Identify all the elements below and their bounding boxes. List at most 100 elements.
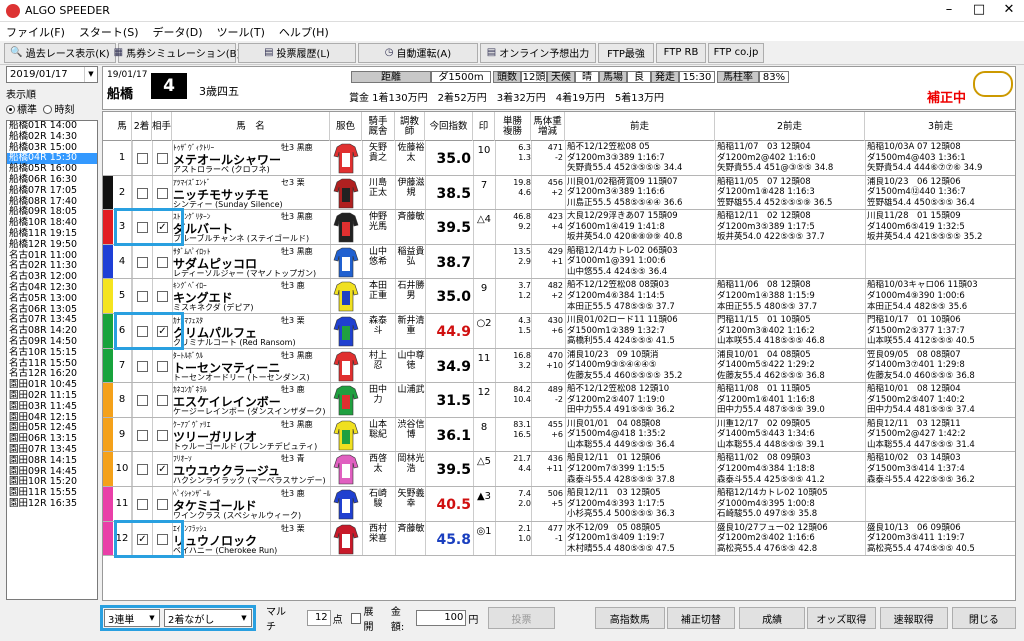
- vote-button[interactable]: 投票: [488, 607, 555, 629]
- menu-start[interactable]: スタート(S): [79, 24, 139, 40]
- prev-race-3[interactable]: 浦良10/23 06 12頭06 ダ1500m4⑫440 1:36:7 笠野雄54.…: [867, 177, 1013, 209]
- partner-checkbox[interactable]: ✓: [157, 464, 168, 476]
- prev-race-2[interactable]: 川重12/17 02 09頭05 ダ1400m5⑤443 1:34:6 山本聡55.…: [717, 419, 863, 451]
- bet-simulation-button[interactable]: ▦ 馬券シミュレーション(B): [114, 42, 240, 63]
- race-list-item[interactable]: 名古10R 15:15: [7, 347, 97, 359]
- partner-checkbox[interactable]: [157, 360, 168, 372]
- maximize-button[interactable]: □: [964, 0, 994, 22]
- radio-standard[interactable]: [6, 105, 15, 114]
- partner-checkbox[interactable]: [157, 291, 168, 303]
- close-window-button[interactable]: ✕: [994, 0, 1024, 22]
- prev-race-3[interactable]: 船稲10/03A 07 12頭08 ダ1500m4@403 1:36:1 矢野貴54…: [867, 142, 1013, 174]
- online-forecast-button[interactable]: ▤ オンライン予想出力: [480, 42, 596, 63]
- prev-race-1[interactable]: 船良12/11 03 12頭05 ダ1200m4⑤393 1:17:5 小杉亮55.…: [567, 488, 713, 520]
- prev-race-3[interactable]: 船稲10/01 08 12頭04 ダ1500m2⑤407 1:40:2 田中力54.…: [867, 384, 1013, 416]
- prev-race-3[interactable]: 船稲10/02 03 14頭03 ダ1500m3⑤414 1:37:4 森泰斗55.…: [867, 453, 1013, 485]
- race-list-item[interactable]: 名古05R 13:00: [7, 293, 97, 305]
- prev-race-1[interactable]: 船稲12/14カトレ02 06頭03 ダ1000m1@391 1:00:6 山中悠5…: [567, 246, 713, 278]
- close-button[interactable]: 閉じる: [951, 607, 1017, 629]
- prev-race-2[interactable]: 船稲11/02 08 09頭03 ダ1200m4⑤384 1:18:8 森泰斗55.…: [717, 453, 863, 485]
- results-button[interactable]: 成績: [739, 607, 806, 629]
- partner-checkbox[interactable]: [157, 187, 168, 199]
- bet-method-select[interactable]: 2着ながし ▼: [164, 609, 252, 627]
- race-list-item[interactable]: 園田12R 16:35: [7, 498, 97, 510]
- date-picker[interactable]: 2019/01/17 ▼: [6, 66, 98, 83]
- horse-row[interactable]: 4 ｻﾀﾞﾑﾊﾟｲﾛｯﾄ サダムピッコロ レディーソルジャー (マヤノトップガン) 牡3…: [103, 244, 1015, 280]
- auto-run-button[interactable]: ◷ 自動運転(A): [358, 42, 478, 63]
- horse-row[interactable]: 12 ✓ ｴｲｼﾝﾌﾗｯｼｭ リュウノロック ベイハニー (Cherokee Run) 牡…: [103, 521, 1015, 557]
- ftp-rb-button[interactable]: FTP RB: [656, 42, 706, 63]
- second-place-checkbox[interactable]: [137, 187, 148, 199]
- horse-row[interactable]: 11 ﾍﾟｲｼｬﾝｻﾞｰﾙ タケミゴールド ワインクラス (スペシャルウィーク) 牡3 …: [103, 486, 1015, 522]
- prev-race-3[interactable]: 船稲10/03キャロ06 11頭03 ダ1000m4⑨390 1:00:6 本田正5…: [867, 280, 1013, 312]
- second-place-checkbox[interactable]: [137, 395, 148, 407]
- prev-race-2[interactable]: 門稲11/15 01 10頭05 ダ1200m3⑧402 1:16:2 山本咲55.…: [717, 315, 863, 347]
- second-place-checkbox[interactable]: [137, 291, 148, 303]
- second-place-checkbox[interactable]: [137, 498, 148, 510]
- horse-row[interactable]: 8 ｶﾈｺﾝｶﾞﾈﾗﾙ エスケイレインボー ケージーレインボー (ダンスインザダーク)…: [103, 383, 1015, 418]
- amount-input[interactable]: 100: [415, 610, 467, 626]
- prev-race-1[interactable]: 川良01/01 04 08頭08 ダ1500m4@418 1:35:2 山本聡55.…: [567, 419, 713, 451]
- correction-toggle-button[interactable]: 補正切替: [666, 607, 736, 629]
- race-list-item[interactable]: 船橋07R 17:05: [7, 185, 97, 197]
- bet-type-select[interactable]: 3連単 ▼: [104, 609, 160, 627]
- race-list-item[interactable]: 船橋02R 14:30: [7, 131, 97, 143]
- prev-race-1[interactable]: 大良12/29浮きあ07 15頭09 ダ1600m1④419 1:41:8 坂井英5…: [567, 211, 713, 243]
- prev-race-1[interactable]: 浦良10/23 09 10頭消 ダ1400m9③⑤④④④⑤ 佐藤友55.4 460⑤…: [567, 350, 713, 382]
- prev-race-2[interactable]: 船稲11/05 07 12頭08 ダ1200m1⑧428 1:16:3 笠野雄55.…: [717, 177, 863, 209]
- horse-row[interactable]: 10 ✓ ﾌﾘｵｰｿ ユウユウクラージュ ハクシンライラック (マーベラスサンデー) 牡3…: [103, 452, 1015, 487]
- second-place-checkbox[interactable]: [137, 153, 148, 164]
- radio-time[interactable]: [43, 105, 53, 114]
- prev-race-1[interactable]: 川良01/02ロード11 11頭06 ダ1500m1②389 1:32:7 高橋利5…: [567, 315, 713, 347]
- second-place-checkbox[interactable]: [137, 256, 148, 268]
- menu-tools[interactable]: ツール(T): [217, 24, 265, 40]
- partner-checkbox[interactable]: [157, 256, 168, 268]
- race-list-item[interactable]: 船橋12R 19:50: [7, 239, 97, 251]
- prev-race-2[interactable]: 船稲12/14カトレ02 10頭05 ダ1000m4⑤395 1:00:8 石崎駿5…: [717, 488, 863, 520]
- partner-checkbox[interactable]: [157, 498, 168, 510]
- horse-row[interactable]: 5 ｷﾝｸﾞﾍﾞｲﾛｰ キングエド ミスキネクダ (デピア) 牡3 鹿本田正重 石井勝男 3…: [103, 279, 1015, 314]
- second-place-checkbox[interactable]: [137, 360, 148, 372]
- partner-checkbox[interactable]: [157, 153, 168, 164]
- horse-row[interactable]: 3 ✓ ｽﾄﾛﾝｸﾞﾘﾀｰﾝ ダルバート ブルーブルチャンネ (ステイゴールド) 牡3 黒…: [103, 210, 1015, 245]
- race-list[interactable]: 船橋01R 14:00 船橋02R 14:30 船橋03R 15:00 船橋04R 1…: [6, 120, 98, 600]
- horse-row[interactable]: 7 ﾀｰﾄﾙﾎﾞｳﾙ トーセンマティーニ トーセンオードリー (トーセンダンス) 牡3 …: [103, 348, 1015, 384]
- partner-checkbox[interactable]: [157, 429, 168, 441]
- past-race-button[interactable]: 🔍 過去レース表示(K): [4, 42, 116, 63]
- prev-race-3[interactable]: 船良12/11 03 12頭11 ダ1500m2@427 1:42:2 山本聡55.…: [867, 419, 1013, 451]
- prev-race-1[interactable]: 川良01/02稲荷賞09 11頭07 ダ1200m3④389 1:16:6 川島正5…: [567, 177, 713, 209]
- prev-race-2[interactable]: 盛良10/27フュー02 12頭06 ダ1200m2⑤402 1:16:6 高松亮5…: [717, 523, 863, 555]
- prev-race-1[interactable]: 船不12/12笠松08 08頭03 ダ1200m4⑥384 1:14:5 本田正55…: [567, 280, 713, 312]
- ftp-cojp-button[interactable]: FTP co.jp: [708, 42, 764, 63]
- race-list-item[interactable]: 園田08R 14:15: [7, 455, 97, 467]
- prev-race-3[interactable]: 笠良09/05 08 08頭07 ダ1400m3⑦401 1:29:8 佐藤友54.…: [867, 350, 1013, 382]
- second-place-checkbox[interactable]: [137, 429, 148, 441]
- menu-file[interactable]: ファイル(F): [6, 24, 65, 40]
- horse-row[interactable]: 9 ｸｰｱﾌﾞｳﾞｧﾘｴ ツリーガリレオ トゥルーゴールド (フレンチデピュティ) 牡3…: [103, 417, 1015, 453]
- horse-row[interactable]: 2 ｱﾂﾏｲｽﾞｴﾝﾄﾞ ニッチモサッチモ シンティー (Sunday Silence…: [103, 175, 1015, 211]
- horse-row[interactable]: 1 ﾄｩｻﾞｳﾞｨｸﾄﾘｰ メテオールシャワー アストロラーベ (クロフネ) 牡3 黒鹿…: [103, 141, 1015, 176]
- high-index-button[interactable]: 高指数馬: [594, 607, 665, 629]
- partner-checkbox[interactable]: [157, 395, 168, 407]
- vote-history-button[interactable]: ▤ 投票履歴(L): [238, 42, 356, 63]
- prev-race-1[interactable]: 船不12/12笠松08 12頭10 ダ1200m2⑤407 1:19:0 田中力55…: [567, 384, 713, 416]
- prev-race-3[interactable]: 川良11/28 01 15頭09 ダ1400m6⑤419 1:32:5 坂井英54.…: [867, 211, 1013, 243]
- prev-race-2[interactable]: 船稲12/11 02 12頭08 ダ1200m3⑤389 1:17:5 坂井英54.…: [717, 211, 863, 243]
- prev-race-2[interactable]: 船稲11/08 01 11頭05 ダ1200m1⑥401 1:16:8 田中力55.…: [717, 384, 863, 416]
- horse-row[interactable]: 6 ✓ ｶﾅｶﾏﾌｪｽﾀ クリムパルフェ クリミナルコート (Red Ransom) 牡3…: [103, 313, 1015, 349]
- prev-race-2[interactable]: 船稲11/06 08 12頭08 ダ1200m1④388 1:15:9 本田正55.…: [717, 280, 863, 312]
- prev-race-3[interactable]: 門稲10/17 01 10頭06 ダ1500m2⑤377 1:37:7 山本咲55.…: [867, 315, 1013, 347]
- prev-race-1[interactable]: 船不12/12笠松08 05 ダ1200m3③389 1:16:7 矢野貴55.4 …: [567, 142, 713, 174]
- minimize-button[interactable]: –: [934, 0, 964, 22]
- prev-race-1[interactable]: 船良12/11 01 12頭06 ダ1200m7⑤399 1:15:5 森泰斗55.…: [567, 453, 713, 485]
- prev-race-1[interactable]: 水不12/09 05 08頭05 ダ1200m1⑤409 1:19:7 木村晴55.…: [567, 523, 713, 555]
- menu-data[interactable]: データ(D): [153, 24, 203, 40]
- odds-button[interactable]: オッズ取得: [807, 607, 876, 629]
- prev-race-2[interactable]: 浦良10/01 04 08頭05 ダ1400m5⑤422 1:29:2 佐藤友55.…: [717, 350, 863, 382]
- ftp-saikyo-button[interactable]: FTP最強: [598, 42, 654, 63]
- menu-help[interactable]: ヘルプ(H): [279, 24, 329, 40]
- prev-race-3[interactable]: 盛良10/13 06 09頭06 ダ1200m3⑤411 1:19:7 高松亮55.…: [867, 523, 1013, 555]
- expand-checkbox[interactable]: [350, 612, 362, 624]
- prev-race-2[interactable]: 船稲11/07 03 12頭04 ダ1200m2@402 1:16:0 矢野貴55.…: [717, 142, 863, 174]
- flash-button[interactable]: 速報取得: [879, 607, 948, 629]
